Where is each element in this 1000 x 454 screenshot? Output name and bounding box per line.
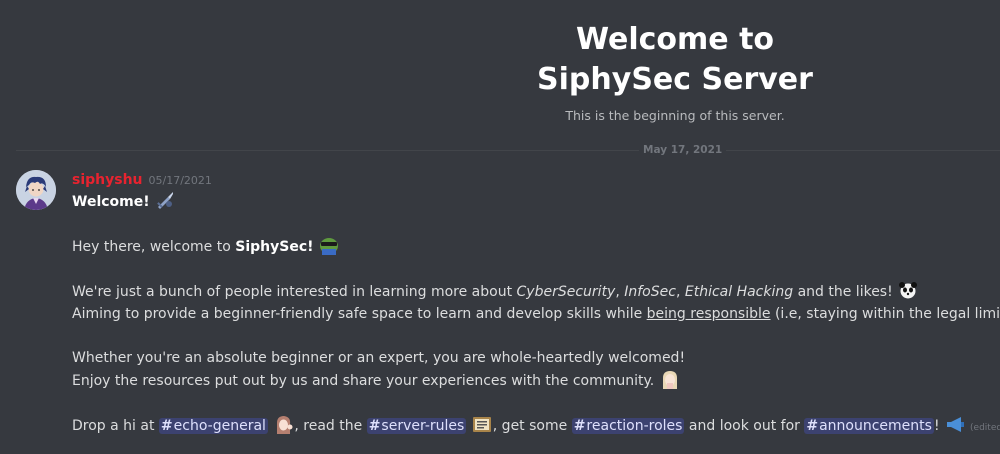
author-name[interactable]: siphyshu <box>72 172 143 188</box>
infosec-text: InfoSec <box>624 284 676 300</box>
whether-text: Whether you're an absolute beginner or a… <box>72 350 686 366</box>
read-the-text: read the <box>298 418 367 434</box>
being-responsible-text: being responsible <box>646 306 771 322</box>
hash-icon: # <box>160 418 173 434</box>
anime-girl-icon <box>662 371 677 389</box>
message-line-whether: Whether you're an absolute beginner or a… <box>72 347 992 369</box>
megaphone-icon <box>947 417 965 432</box>
bunch-text: We're just a bunch of people interested … <box>72 284 517 300</box>
avatar[interactable] <box>16 170 56 210</box>
channel-mention-reaction-roles[interactable]: #reaction-roles <box>571 418 685 434</box>
welcome-title-line1: Welcome to <box>575 22 775 57</box>
hash-icon: # <box>573 418 586 434</box>
read-rules-icon <box>472 417 491 432</box>
hash-icon: # <box>368 418 381 434</box>
message-line-bunch: We're just a bunch of people interested … <box>72 280 992 303</box>
siphysec-bold: SiphySec! <box>235 239 314 255</box>
message-line-welcome: Welcome! <box>72 190 992 213</box>
hey-text: Hey there, welcome to <box>72 239 236 255</box>
welcome-header: Welcome to SiphySec Server This is the b… <box>0 20 1000 123</box>
message-header: siphyshu 05/17/2021 <box>72 168 992 190</box>
message-timestamp: 05/17/2021 <box>148 174 212 187</box>
panda-icon <box>899 282 918 299</box>
aiming-text: Aiming to provide a beginner-friendly sa… <box>72 306 647 322</box>
ethical-hacking-text: Ethical Hacking <box>684 284 794 300</box>
channel-reaction-roles-label: reaction-roles <box>586 418 683 434</box>
hash-icon: # <box>806 418 819 434</box>
comma-text: , <box>675 284 685 300</box>
pepe-sunglasses-icon <box>319 238 338 255</box>
enjoy-text: Enjoy the resources put out by us and sh… <box>72 373 655 389</box>
channel-server-rules-label: server-rules <box>381 418 465 434</box>
message-line-aiming: Aiming to provide a beginner-friendly sa… <box>72 303 1000 325</box>
channel-echo-general-label: echo-general <box>173 418 266 434</box>
welcome-bold: Welcome! <box>72 194 150 210</box>
message-line-enjoy: Enjoy the resources put out by us and sh… <box>72 369 992 392</box>
date-divider <box>16 150 1000 151</box>
message-line-drop: Drop a hi at #echo-general , read the #s… <box>72 414 1000 439</box>
channel-mention-announcements[interactable]: #announcements <box>804 418 934 434</box>
channel-mention-echo-general[interactable]: #echo-general <box>158 418 268 434</box>
legal-limits-text: (i.e, staying within the legal limits!). <box>774 306 1000 322</box>
likes-text: and the likes! <box>793 284 893 300</box>
channel-mention-server-rules[interactable]: #server-rules <box>366 418 467 434</box>
welcome-subtitle: This is the beginning of this server. <box>565 108 785 123</box>
drop-text: Drop a hi at <box>72 418 159 434</box>
welcome-title-line2: SiphySec Server <box>537 62 813 97</box>
look-out-text: and look out for <box>684 418 805 434</box>
channel-announcements-label: announcements <box>819 418 932 434</box>
comma-text: , <box>615 284 625 300</box>
edited-label: (edited) <box>970 423 1000 433</box>
exclamation-text: ! <box>933 418 940 434</box>
cybersecurity-text: CyberSecurity <box>516 284 616 300</box>
message-content: siphyshu 05/17/2021 Welcome! Hey there, w… <box>72 168 1000 439</box>
sword-icon <box>157 192 174 209</box>
date-divider-label: May 17, 2021 <box>639 143 727 157</box>
anime-wave-icon <box>277 416 293 434</box>
welcome-title: Welcome to SiphySec Server <box>0 20 1000 100</box>
message-line-hey: Hey there, welcome to SiphySec! <box>72 235 992 258</box>
get-some-text: get some <box>497 418 572 434</box>
